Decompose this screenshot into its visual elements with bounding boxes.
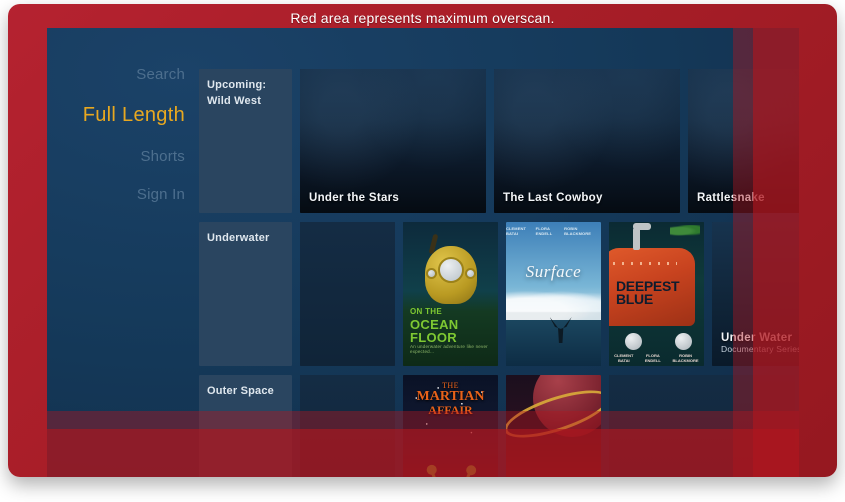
card-placeholder[interactable] bbox=[609, 375, 795, 477]
helmet-side-port-left-icon bbox=[425, 268, 437, 280]
row-header-outer-space: Outer Space bbox=[199, 375, 292, 477]
row-header-line2: Wild West bbox=[207, 94, 262, 107]
card-title: The Last Cowboy bbox=[503, 192, 603, 204]
porthole-icon bbox=[675, 333, 692, 350]
martian-affair-poster-art: THE MARTIAN AFFAIR "They look weird" com… bbox=[403, 375, 498, 477]
poster-tagline: An underwater adventure like never expec… bbox=[410, 344, 488, 354]
credit-name: FLORA ENDELL bbox=[644, 352, 661, 363]
row-underwater: Underwater ON THE OCEAN FLOOR An underwa… bbox=[199, 222, 799, 366]
placeholder-art bbox=[300, 375, 395, 477]
row-header-line1: Upcoming: bbox=[207, 79, 267, 91]
card-subtitle: Documentary Series bbox=[721, 344, 799, 354]
credit-name: ROBIN BLACKMORE bbox=[672, 352, 699, 363]
card-title: Under Water bbox=[721, 332, 793, 344]
poster-title-line2: BLUE bbox=[616, 290, 653, 307]
air-hose-icon bbox=[428, 233, 438, 255]
content-rows: Upcoming: Wild West Under the Stars The … bbox=[199, 69, 799, 477]
poster-title-line2: AFFAIR bbox=[428, 403, 473, 417]
overscan-frame: Red area represents maximum overscan. Se… bbox=[8, 4, 837, 477]
credit-name: FLORA ENDELL bbox=[535, 226, 553, 236]
card-title: Under the Stars bbox=[309, 192, 400, 204]
poster-credits: CLEMENT BATAI FLORA ENDELL ROBIN BLACKMO… bbox=[609, 353, 704, 363]
poster-title-line1: MARTIAN bbox=[416, 389, 485, 404]
credit-name: ROBIN BLACKMORE bbox=[564, 226, 591, 236]
card-surface[interactable]: CLEMENT BATAI FLORA ENDELL ROBIN BLACKMO… bbox=[506, 222, 601, 366]
placeholder-art bbox=[300, 222, 395, 366]
card-under-the-stars[interactable]: Under the Stars bbox=[300, 69, 486, 213]
placeholder-art bbox=[609, 375, 795, 477]
card-the-martian-affair[interactable]: THE MARTIAN AFFAIR "They look weird" com… bbox=[403, 375, 498, 477]
porthole-icon bbox=[625, 333, 642, 350]
app-screen: Search Full Length Shorts Sign In Upcomi… bbox=[47, 28, 799, 477]
whale-tail-icon bbox=[549, 316, 572, 343]
beyond-poster-art: Beyond We live in cluster can anybody? bbox=[506, 375, 601, 477]
diving-helmet-icon bbox=[424, 233, 477, 304]
cloud-art bbox=[506, 288, 601, 320]
periscope-icon bbox=[633, 223, 651, 250]
poster-title: Surface bbox=[525, 262, 582, 282]
sidebar-item-sign-in[interactable]: Sign In bbox=[137, 186, 185, 203]
seaweed-icon bbox=[670, 225, 700, 237]
sidebar-item-full-length[interactable]: Full Length bbox=[83, 104, 185, 127]
poster-title-kicker: ON THE bbox=[410, 307, 443, 316]
row-header-line1: Outer Space bbox=[207, 385, 275, 397]
row-upcoming-wild-west: Upcoming: Wild West Under the Stars The … bbox=[199, 69, 799, 213]
poster-title: ON THE OCEAN FLOOR bbox=[410, 307, 458, 345]
card-the-last-cowboy[interactable]: The Last Cowboy bbox=[494, 69, 680, 213]
card-deepest-blue[interactable]: DEEPEST BLUE CLEMENT BATAI FLORA ENDELL … bbox=[609, 222, 704, 366]
sidebar-item-search[interactable]: Search bbox=[136, 66, 185, 83]
sidebar-nav: Search Full Length Shorts Sign In bbox=[47, 28, 199, 477]
card-on-the-ocean-floor[interactable]: ON THE OCEAN FLOOR An underwater adventu… bbox=[403, 222, 498, 366]
card-rattlesnake[interactable]: Rattlesnake bbox=[688, 69, 799, 213]
poster-credits: CLEMENT BATAI FLORA ENDELL ROBIN BLACKMO… bbox=[506, 226, 601, 236]
row-header-line1: Underwater bbox=[207, 232, 270, 244]
surface-poster-art: CLEMENT BATAI FLORA ENDELL ROBIN BLACKMO… bbox=[506, 222, 601, 366]
poster-title: DEEPEST BLUE bbox=[616, 279, 680, 307]
card-placeholder[interactable] bbox=[300, 222, 395, 366]
poster-title: THE MARTIAN AFFAIR bbox=[403, 382, 498, 417]
card-under-water-documentary[interactable]: Under Water Documentary Series bbox=[712, 222, 799, 366]
credit-name: CLEMENT BATAI bbox=[614, 352, 634, 363]
helmet-side-port-right-icon bbox=[464, 268, 476, 280]
sidebar-item-shorts[interactable]: Shorts bbox=[140, 148, 185, 165]
helmet-viewport-icon bbox=[437, 257, 464, 284]
card-placeholder[interactable] bbox=[300, 375, 395, 477]
credit-name: CLEMENT BATAI bbox=[506, 226, 527, 236]
card-title: Rattlesnake bbox=[697, 192, 765, 204]
rivet-row bbox=[613, 262, 677, 265]
row-outer-space: Outer Space THE MARTIAN AFFAIR "They l bbox=[199, 375, 799, 477]
ocean-floor-poster-art: ON THE OCEAN FLOOR An underwater adventu… bbox=[403, 222, 498, 366]
deepest-blue-poster-art: DEEPEST BLUE CLEMENT BATAI FLORA ENDELL … bbox=[609, 222, 704, 366]
card-beyond[interactable]: Beyond We live in cluster can anybody? bbox=[506, 375, 601, 477]
row-header-underwater: Underwater bbox=[199, 222, 292, 366]
poster-title-line2: FLOOR bbox=[410, 330, 457, 345]
row-header-upcoming-wild-west: Upcoming: Wild West bbox=[199, 69, 292, 213]
